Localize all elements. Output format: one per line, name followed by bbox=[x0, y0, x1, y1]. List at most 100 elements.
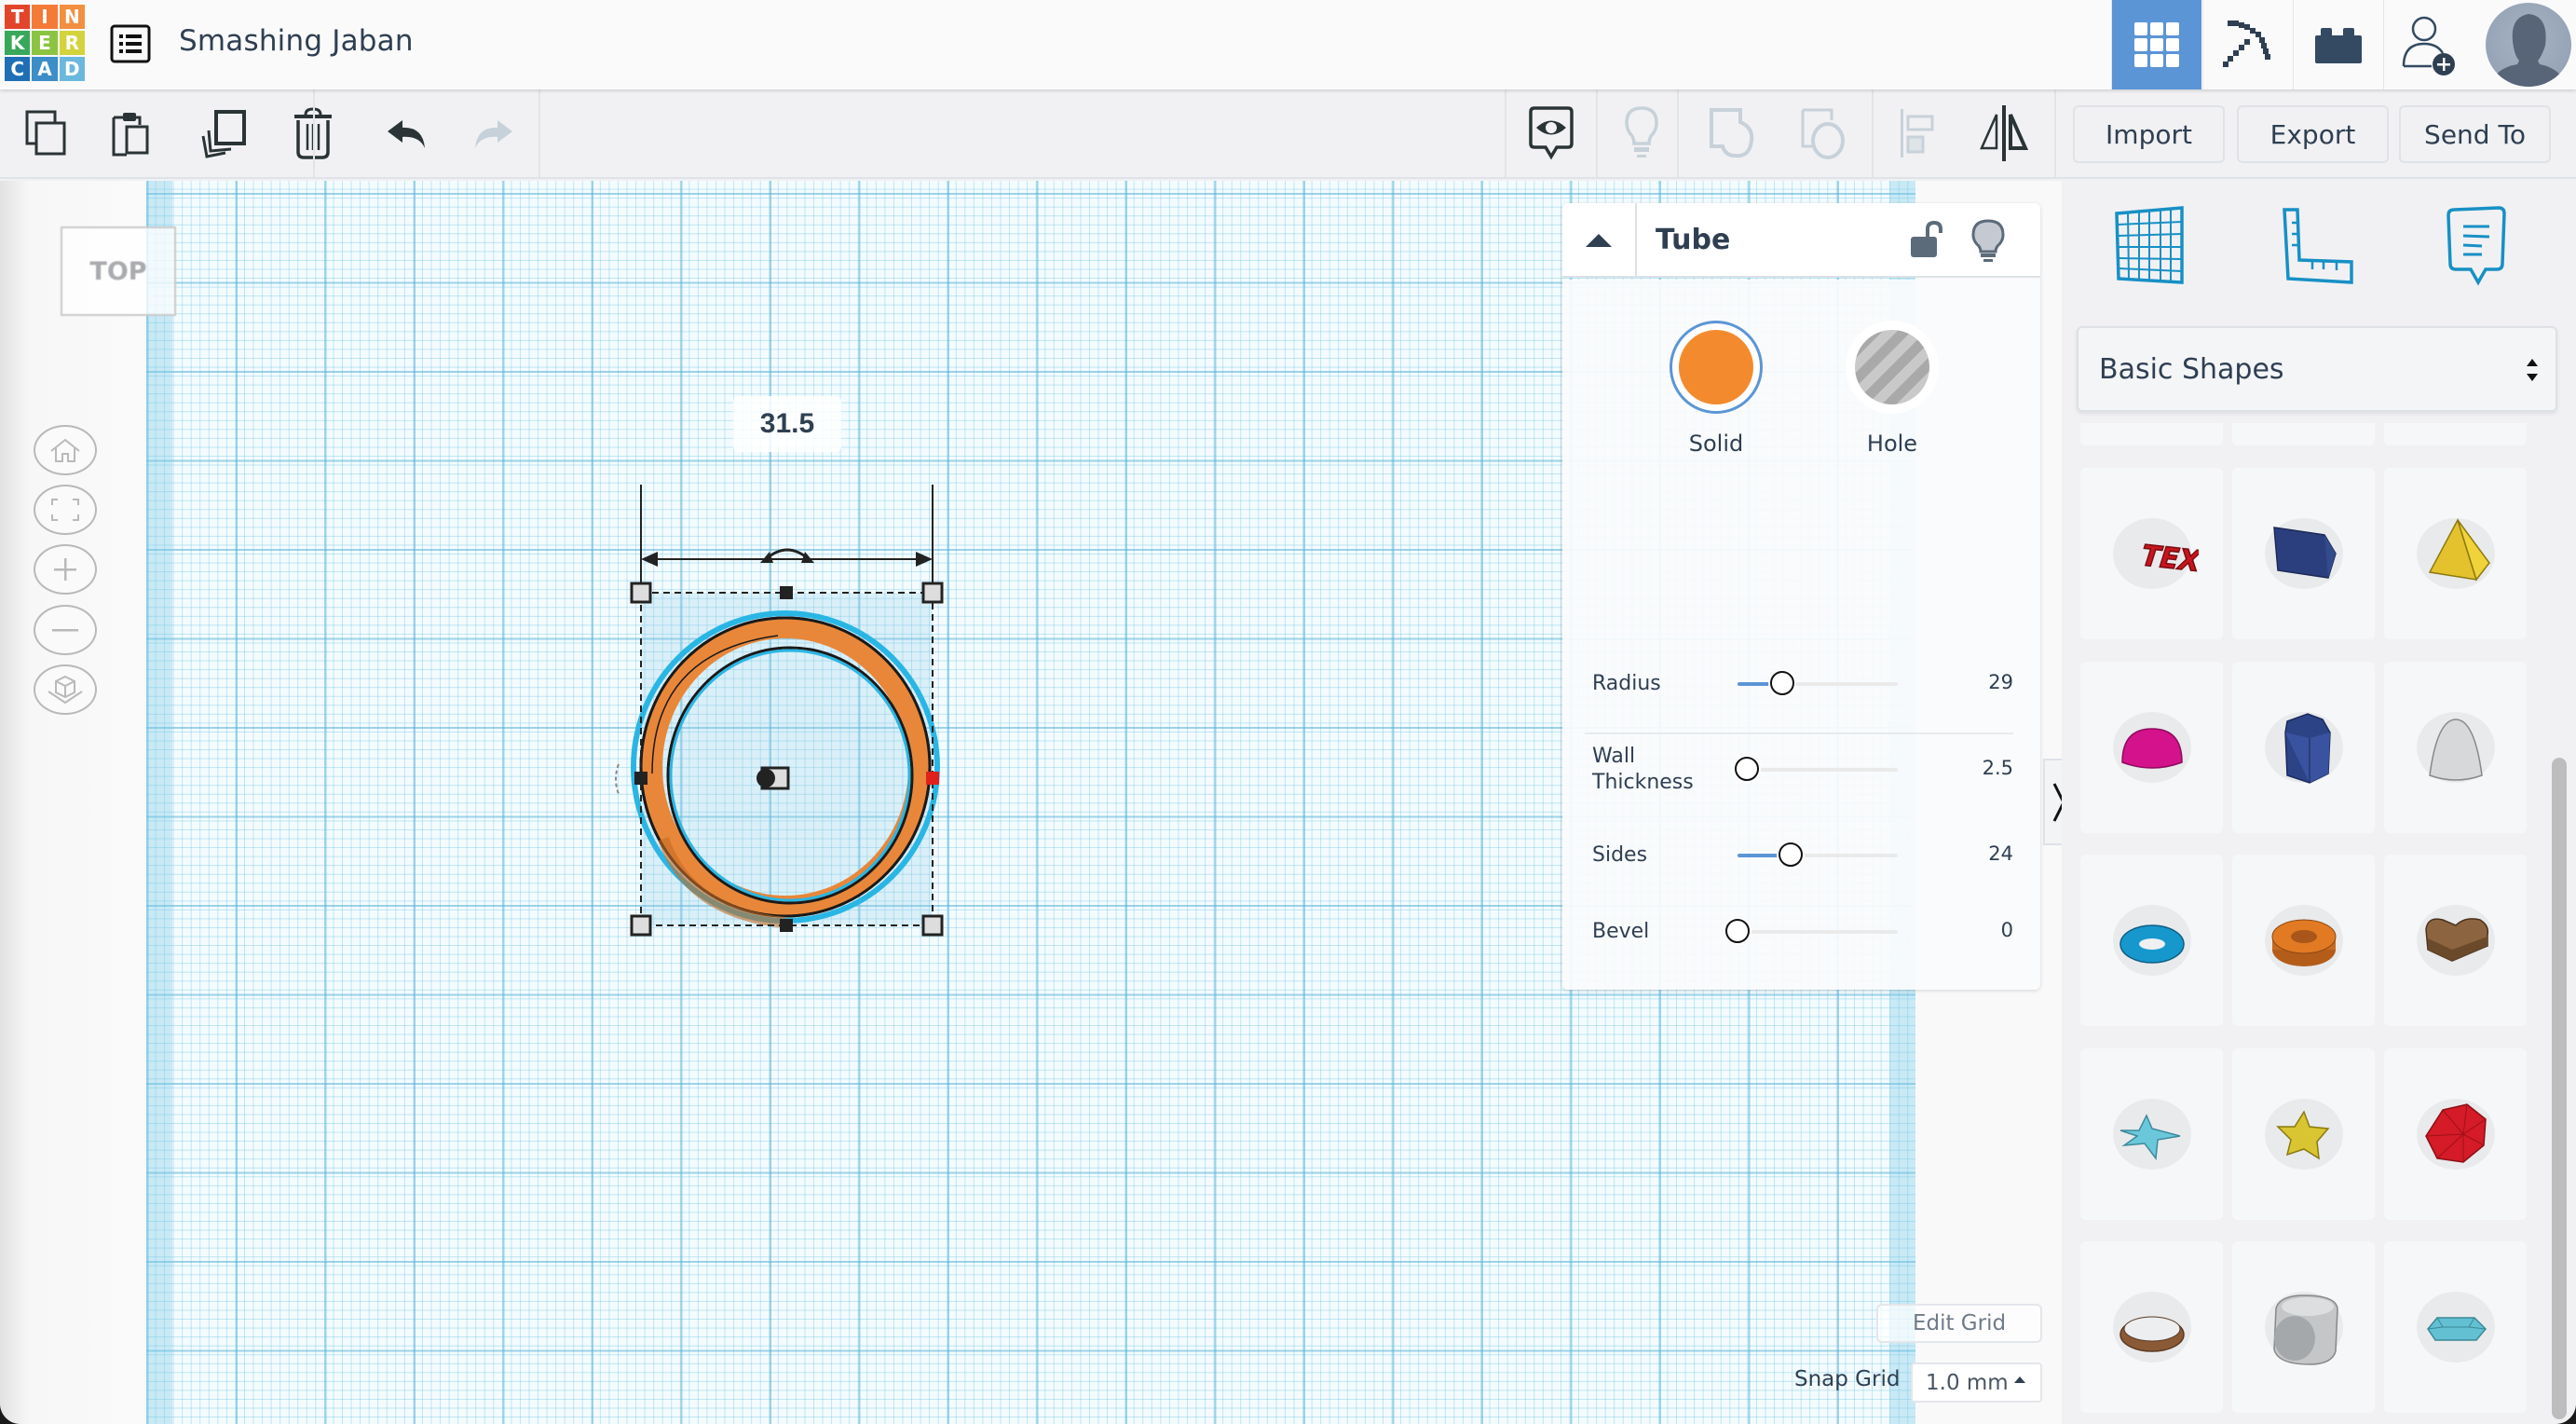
shape-card-round-roof-cube[interactable] bbox=[2232, 1241, 2375, 1413]
property-value[interactable]: 24 bbox=[1939, 842, 2013, 865]
tinkercad-logo[interactable]: TIN KER CAD bbox=[5, 5, 85, 81]
slider-thumb[interactable] bbox=[1725, 919, 1750, 943]
show-hidden-button[interactable] bbox=[1597, 89, 1686, 177]
copy-button[interactable] bbox=[2, 89, 91, 177]
designs-list-button[interactable] bbox=[108, 22, 153, 65]
inspector-collapse-button[interactable] bbox=[1562, 203, 1637, 278]
property-slider[interactable] bbox=[1725, 919, 1898, 943]
property-label: Radius bbox=[1592, 672, 1661, 695]
sidebar-tab-ruler[interactable] bbox=[2267, 199, 2369, 293]
edit-grid-button[interactable]: Edit Grid bbox=[1876, 1304, 2042, 1343]
sidebar-tab-notes[interactable] bbox=[2425, 199, 2528, 293]
tube-object[interactable] bbox=[559, 373, 988, 969]
mirror-button[interactable] bbox=[1959, 89, 2049, 177]
shape-card-ring[interactable] bbox=[2080, 1241, 2223, 1413]
user-avatar[interactable] bbox=[2486, 3, 2571, 87]
resize-handle[interactable] bbox=[630, 582, 652, 604]
home-view-button[interactable] bbox=[34, 425, 97, 475]
minus-icon bbox=[52, 629, 78, 632]
view-cube[interactable]: TOP bbox=[61, 226, 176, 316]
shapes-grid: TEXT bbox=[2062, 423, 2546, 1424]
shape-category-select[interactable]: Basic Shapes bbox=[2077, 326, 2557, 412]
shape-card-icosahedron[interactable] bbox=[2384, 1048, 2527, 1220]
zoom-out-button[interactable] bbox=[34, 605, 97, 655]
unlock-icon[interactable] bbox=[1907, 220, 1944, 261]
resize-handle[interactable] bbox=[634, 772, 647, 785]
slider-thumb[interactable] bbox=[1735, 757, 1760, 781]
view-cube-label: TOP bbox=[89, 256, 147, 286]
property-value[interactable]: 2.5 bbox=[1939, 757, 2013, 779]
tinkercad-window: TINKERCAD Smashing Jaban Import Export S… bbox=[0, 0, 2576, 1424]
hole-mode-option[interactable]: Hole bbox=[1832, 321, 1953, 457]
shape-card-wedge[interactable] bbox=[2232, 468, 2375, 639]
property-slider[interactable] bbox=[1738, 842, 1898, 867]
tab-3d-design[interactable] bbox=[2111, 0, 2201, 89]
perspective-toggle-button[interactable] bbox=[34, 664, 97, 715]
undo-button[interactable] bbox=[361, 89, 451, 177]
torus-shape-icon bbox=[2112, 905, 2191, 976]
property-value[interactable]: 29 bbox=[1939, 671, 2013, 693]
cube-icon bbox=[48, 675, 83, 705]
shape-card-half-sphere[interactable] bbox=[2080, 662, 2223, 833]
star-shape-icon bbox=[2112, 1099, 2191, 1170]
resize-handle[interactable] bbox=[921, 582, 944, 604]
shape-card-partial[interactable] bbox=[2384, 423, 2527, 445]
ring-shape-icon bbox=[2112, 1292, 2191, 1362]
lightbulb-icon[interactable] bbox=[1969, 218, 2007, 263]
active-resize-handle[interactable] bbox=[926, 772, 939, 785]
caret-up-icon bbox=[2014, 1376, 2025, 1383]
export-button[interactable]: Export bbox=[2237, 105, 2389, 163]
height-handle[interactable] bbox=[756, 766, 790, 790]
sidebar-tab-workplane[interactable] bbox=[2099, 199, 2201, 293]
eye-comment-icon bbox=[1529, 106, 1574, 160]
shape-card-pyramid[interactable] bbox=[2384, 468, 2527, 639]
solid-mode-option[interactable]: Solid bbox=[1656, 321, 1777, 457]
tab-lego-bricks[interactable] bbox=[2293, 0, 2383, 89]
duplicate-button[interactable] bbox=[179, 89, 268, 177]
import-button[interactable]: Import bbox=[2073, 105, 2225, 163]
shape-card-text[interactable]: TEXT bbox=[2080, 468, 2223, 639]
snap-grid-select[interactable]: 1.0 mm bbox=[1911, 1362, 2042, 1403]
property-slider[interactable] bbox=[1738, 671, 1898, 695]
resize-handle[interactable] bbox=[921, 914, 944, 937]
shape-card-star[interactable] bbox=[2080, 1048, 2223, 1220]
inspector-body: Solid Hole Radius 29 Wall Thickness 2.5 Side… bbox=[1562, 280, 2040, 990]
paste-button[interactable] bbox=[87, 89, 176, 177]
shape-card-gem[interactable] bbox=[2384, 1241, 2527, 1413]
round-roof-cube-shape-icon bbox=[2264, 1292, 2343, 1365]
shape-card-heart[interactable] bbox=[2384, 855, 2527, 1026]
design-title[interactable]: Smashing Jaban bbox=[179, 24, 414, 58]
redo-button[interactable] bbox=[449, 89, 538, 177]
add-user-icon bbox=[2402, 16, 2455, 75]
resize-handle[interactable] bbox=[630, 914, 652, 937]
sidebar-scrollbar[interactable] bbox=[2552, 758, 2567, 1419]
align-button[interactable] bbox=[1873, 89, 1962, 177]
tab-invite-user[interactable] bbox=[2383, 0, 2474, 89]
send-to-button[interactable]: Send To bbox=[2399, 105, 2551, 163]
ungroup-button[interactable] bbox=[1779, 89, 1869, 177]
shape-card-polygon[interactable] bbox=[2232, 662, 2375, 833]
fit-view-button[interactable] bbox=[34, 485, 97, 535]
property-value[interactable]: 0 bbox=[1939, 919, 2013, 941]
group-button[interactable] bbox=[1688, 89, 1778, 177]
shape-card-paraboloid[interactable] bbox=[2384, 662, 2527, 833]
shape-card-tube[interactable] bbox=[2232, 855, 2375, 1026]
zoom-in-button[interactable] bbox=[34, 544, 97, 595]
lightbulb-icon bbox=[1625, 106, 1658, 157]
notes-visibility-button[interactable] bbox=[1506, 89, 1596, 177]
resize-handle[interactable] bbox=[780, 919, 793, 932]
dimension-input[interactable]: 31.5 bbox=[733, 396, 841, 452]
shape-card-star-solid[interactable] bbox=[2232, 1048, 2375, 1220]
duplicate-icon bbox=[201, 110, 246, 158]
shape-card-partial[interactable] bbox=[2232, 423, 2375, 445]
slider-thumb[interactable] bbox=[1770, 671, 1795, 695]
slider-thumb[interactable] bbox=[1778, 842, 1803, 867]
property-slider[interactable] bbox=[1735, 757, 1898, 781]
pickaxe-icon bbox=[2223, 21, 2270, 67]
redo-icon bbox=[475, 120, 512, 148]
tab-minecraft[interactable] bbox=[2202, 0, 2293, 89]
resize-handle[interactable] bbox=[780, 586, 793, 599]
shape-card-partial[interactable] bbox=[2080, 423, 2223, 445]
rotate-handle-icon[interactable] bbox=[760, 548, 814, 563]
shape-card-torus[interactable] bbox=[2080, 855, 2223, 1026]
